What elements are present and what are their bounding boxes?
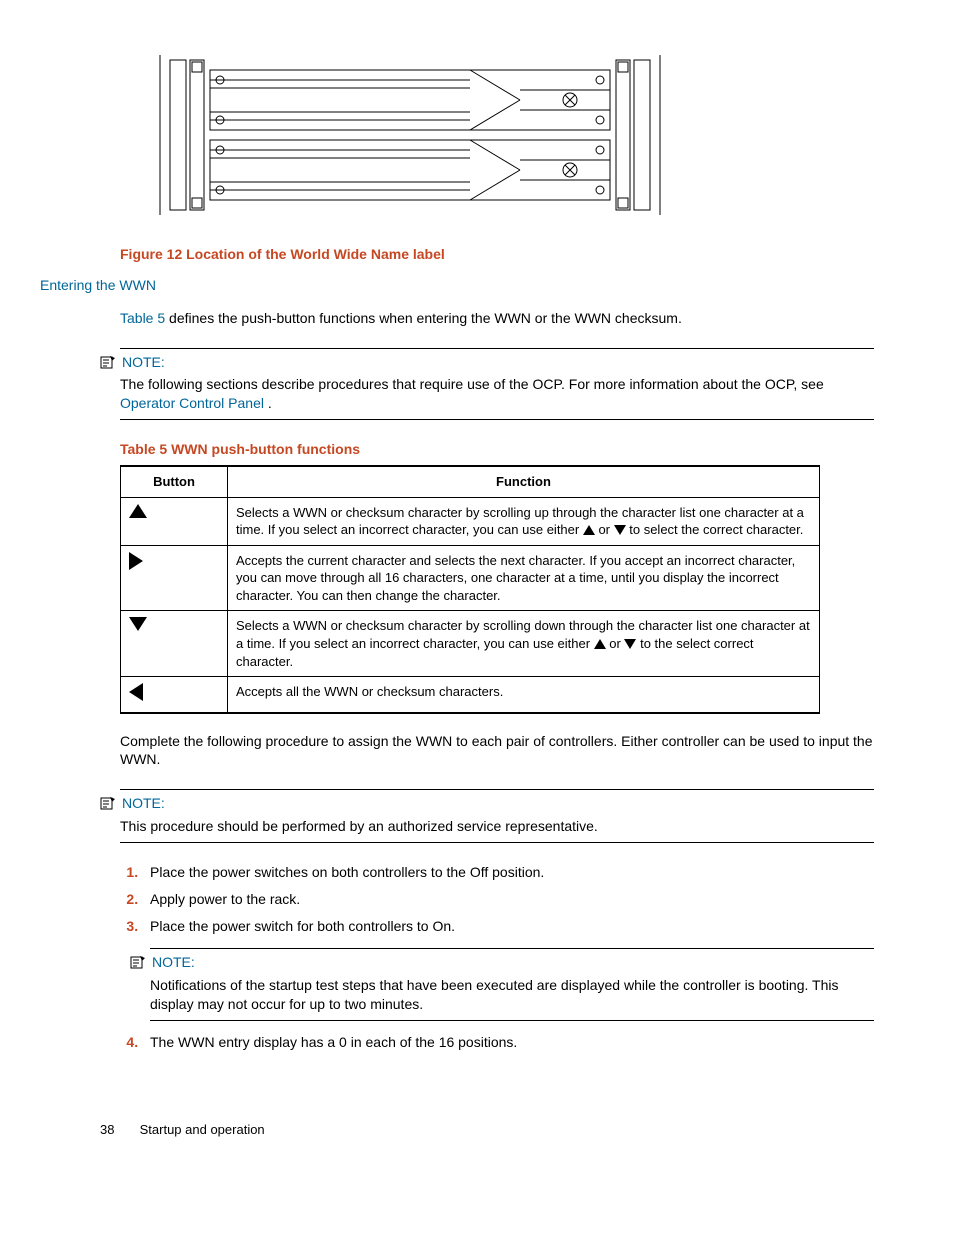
- page-footer: 38 Startup and operation: [100, 1121, 874, 1139]
- step-3: Place the power switch for both controll…: [142, 917, 874, 1021]
- up-arrow-icon: [583, 525, 595, 535]
- table-caption: Table 5 WWN push-button functions: [120, 440, 874, 459]
- intro-paragraph: Table 5 defines the push-button function…: [120, 309, 874, 328]
- note-title: NOTE:: [122, 353, 165, 372]
- wwn-label-diagram: [150, 50, 670, 220]
- row-function: Selects a WWN or checksum character by s…: [228, 497, 820, 545]
- note-icon: [100, 355, 116, 369]
- intro-text: defines the push-button functions when e…: [165, 310, 682, 326]
- device-diagram: [120, 50, 874, 225]
- step-1: Place the power switches on both control…: [142, 863, 874, 882]
- after-table-paragraph: Complete the following procedure to assi…: [120, 732, 874, 770]
- figure-caption: Figure 12 Location of the World Wide Nam…: [120, 245, 874, 264]
- note-title: NOTE:: [122, 794, 165, 813]
- left-arrow-icon: [129, 683, 143, 701]
- right-arrow-icon: [129, 552, 143, 570]
- table-row: Accepts the current character and select…: [121, 545, 820, 611]
- note-block-3: NOTE: Notifications of the startup test …: [150, 948, 874, 1021]
- note-body: The following sections describe procedur…: [120, 375, 874, 413]
- row-function: Accepts all the WWN or checksum characte…: [228, 677, 820, 713]
- th-function: Function: [228, 466, 820, 497]
- note-icon: [130, 955, 146, 969]
- ocp-link[interactable]: Operator Control Panel: [120, 395, 264, 411]
- note-block-2: NOTE: This procedure should be performed…: [120, 789, 874, 843]
- footer-section: Startup and operation: [140, 1122, 265, 1137]
- note-body: This procedure should be performed by an…: [120, 817, 874, 836]
- table-row: Selects a WWN or checksum character by s…: [121, 611, 820, 677]
- table-row: Accepts all the WWN or checksum characte…: [121, 677, 820, 713]
- section-heading: Entering the WWN: [40, 276, 874, 295]
- step-4: The WWN entry display has a 0 in each of…: [142, 1033, 874, 1052]
- th-button: Button: [121, 466, 228, 497]
- push-button-table: Button Function Selects a WWN or checksu…: [120, 465, 820, 713]
- row-function: Selects a WWN or checksum character by s…: [228, 611, 820, 677]
- note-body: Notifications of the startup test steps …: [150, 976, 874, 1014]
- note-icon: [100, 796, 116, 810]
- table-row: Selects a WWN or checksum character by s…: [121, 497, 820, 545]
- down-arrow-icon: [614, 525, 626, 535]
- note-block-1: NOTE: The following sections describe pr…: [120, 348, 874, 421]
- up-arrow-icon: [594, 639, 606, 649]
- down-arrow-icon: [624, 639, 636, 649]
- up-arrow-icon: [129, 504, 147, 518]
- row-function: Accepts the current character and select…: [228, 545, 820, 611]
- note-title: NOTE:: [152, 953, 195, 972]
- down-arrow-icon: [129, 617, 147, 631]
- page-number: 38: [100, 1121, 136, 1139]
- procedure-steps: Place the power switches on both control…: [120, 863, 874, 1051]
- step-2: Apply power to the rack.: [142, 890, 874, 909]
- table-5-link[interactable]: Table 5: [120, 310, 165, 326]
